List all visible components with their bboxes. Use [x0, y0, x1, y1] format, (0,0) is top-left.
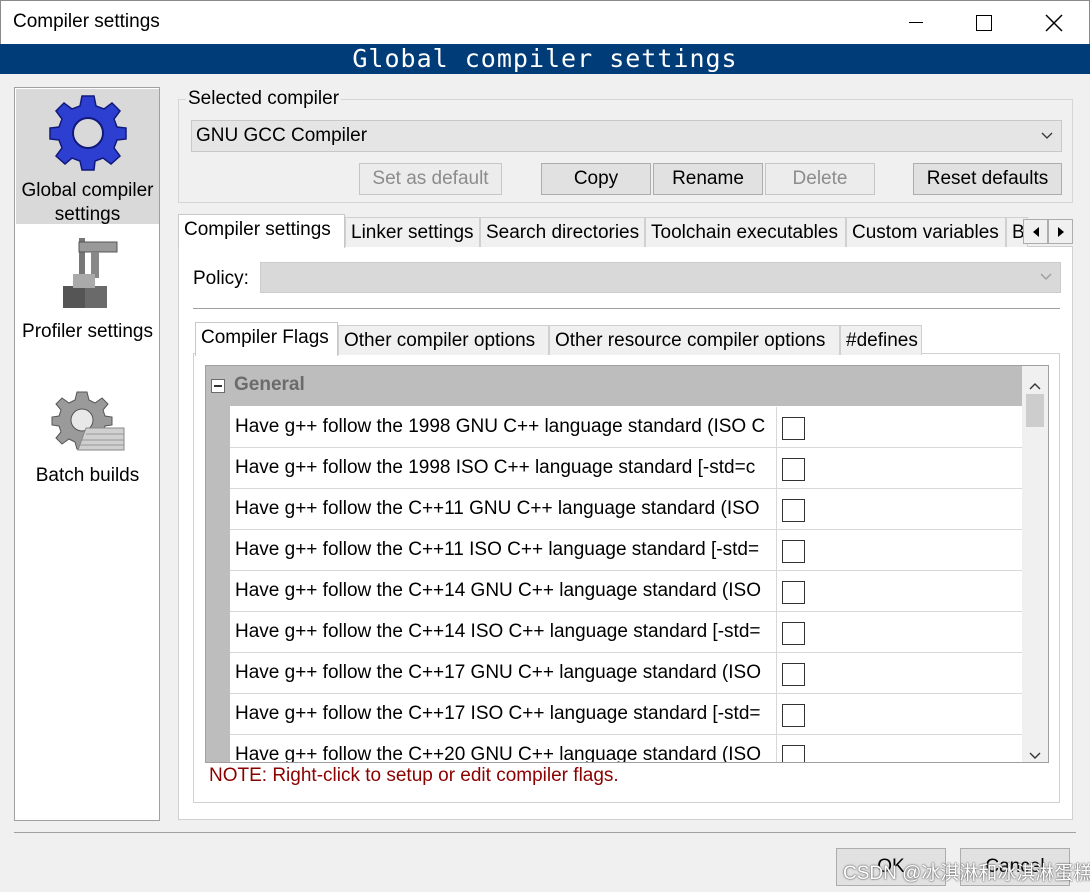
- scrollbar-thumb[interactable]: [1026, 394, 1044, 427]
- nav-item-batch-builds[interactable]: Batch builds: [16, 388, 159, 498]
- flag-checkbox[interactable]: [782, 745, 805, 762]
- triangle-right-icon: [1057, 226, 1064, 237]
- batch-builds-gear-icon: [51, 391, 124, 451]
- gear-icon: [48, 95, 127, 171]
- flag-row: Have g++ follow the C++14 ISO C++ langua…: [230, 612, 1022, 653]
- flag-checkbox[interactable]: [782, 581, 805, 604]
- tab-custom-variables[interactable]: Custom variables: [846, 217, 1006, 247]
- flag-name: Have g++ follow the 1998 GNU C++ languag…: [230, 407, 777, 447]
- flag-row: Have g++ follow the C++17 GNU C++ langua…: [230, 653, 1022, 694]
- tab-compiler-settings[interactable]: Compiler settings: [178, 214, 345, 248]
- flag-row: Have g++ follow the 1998 GNU C++ languag…: [230, 407, 1022, 448]
- minimize-icon: [909, 22, 923, 23]
- divider: [193, 308, 1060, 309]
- title-bar: Compiler settings: [0, 0, 1090, 44]
- copy-button[interactable]: Copy: [541, 163, 651, 195]
- tab-defines[interactable]: #defines: [840, 325, 922, 355]
- watermark: CSDN @冰淇淋和冰淇淋蛋糕: [843, 863, 1090, 884]
- tab-toolchain-executables[interactable]: Toolchain executables: [645, 217, 846, 247]
- tab-scroll-right-button[interactable]: [1048, 219, 1073, 244]
- flag-name: Have g++ follow the C++17 ISO C++ langua…: [230, 694, 777, 734]
- flag-row: Have g++ follow the C++11 ISO C++ langua…: [230, 530, 1022, 571]
- flag-checkbox[interactable]: [782, 663, 805, 686]
- policy-label: Policy:: [193, 268, 249, 289]
- tab-other-resource-compiler-options[interactable]: Other resource compiler options: [549, 325, 840, 355]
- grid-gutter: [206, 366, 230, 762]
- flag-name: Have g++ follow the C++14 ISO C++ langua…: [230, 612, 777, 652]
- close-icon: [1045, 14, 1063, 32]
- flag-checkbox[interactable]: [782, 540, 805, 563]
- settings-nav: Global compiler settings Profiler settin…: [14, 87, 160, 821]
- flag-row: Have g++ follow the 1998 ISO C++ languag…: [230, 448, 1022, 489]
- compiler-flags-grid: General Have g++ follow the 1998 GNU C++…: [205, 365, 1049, 763]
- set-as-default-button[interactable]: Set as default: [359, 163, 502, 195]
- nav-item-label: Global compiler settings: [21, 180, 154, 225]
- chevron-down-icon[interactable]: [1029, 744, 1041, 762]
- flag-checkbox[interactable]: [782, 417, 805, 440]
- flag-name: Have g++ follow the C++11 ISO C++ langua…: [230, 530, 777, 570]
- page-banner: Global compiler settings: [0, 44, 1090, 74]
- flag-name: Have g++ follow the C++20 GNU C++ langua…: [230, 735, 777, 762]
- category-row-general[interactable]: General: [206, 366, 1022, 406]
- main-tab-strip: Compiler settings Linker settings Search…: [178, 214, 1028, 249]
- collapse-icon[interactable]: [211, 379, 225, 393]
- window-title: Compiler settings: [13, 11, 160, 32]
- selected-compiler-label: Selected compiler: [186, 88, 342, 110]
- chevron-up-icon[interactable]: [1029, 374, 1041, 396]
- delete-button[interactable]: Delete: [765, 163, 875, 195]
- flags-note: NOTE: Right-click to setup or edit compi…: [209, 765, 619, 786]
- grid-scrollbar[interactable]: [1022, 366, 1048, 762]
- tab-compiler-flags[interactable]: Compiler Flags: [195, 322, 338, 356]
- reset-defaults-button[interactable]: Reset defaults: [913, 163, 1062, 195]
- flag-name: Have g++ follow the C++17 GNU C++ langua…: [230, 653, 777, 693]
- maximize-icon: [976, 15, 992, 31]
- close-button[interactable]: [1019, 1, 1089, 45]
- flag-row: Have g++ follow the C++11 GNU C++ langua…: [230, 489, 1022, 530]
- footer-divider: [14, 832, 1076, 833]
- compiler-select[interactable]: GNU GCC Compiler: [191, 120, 1062, 152]
- chevron-down-icon: [1041, 121, 1053, 161]
- flag-checkbox[interactable]: [782, 458, 805, 481]
- flag-name: Have g++ follow the 1998 ISO C++ languag…: [230, 448, 777, 488]
- tab-linker-settings[interactable]: Linker settings: [345, 217, 480, 247]
- flag-checkbox[interactable]: [782, 704, 805, 727]
- tab-other-compiler-options[interactable]: Other compiler options: [338, 325, 549, 355]
- rename-button[interactable]: Rename: [653, 163, 763, 195]
- tab-scroll-left-button[interactable]: [1023, 219, 1048, 244]
- flag-row: Have g++ follow the C++14 GNU C++ langua…: [230, 571, 1022, 612]
- maximize-button[interactable]: [949, 1, 1019, 45]
- minimize-button[interactable]: [881, 1, 951, 45]
- chevron-down-icon: [1040, 263, 1052, 298]
- nav-item-profiler[interactable]: Profiler settings: [16, 234, 159, 349]
- flag-row: Have g++ follow the C++20 GNU C++ langua…: [230, 735, 1022, 762]
- inner-tab-strip: Compiler Flags Other compiler options Ot…: [193, 322, 933, 357]
- flag-checkbox[interactable]: [782, 622, 805, 645]
- category-label: General: [234, 374, 305, 395]
- flag-row: Have g++ follow the C++17 ISO C++ langua…: [230, 694, 1022, 735]
- nav-item-label: Profiler settings: [22, 321, 153, 342]
- compiler-select-value: GNU GCC Compiler: [196, 125, 368, 146]
- tab-search-directories[interactable]: Search directories: [480, 217, 645, 247]
- flag-name: Have g++ follow the C++11 GNU C++ langua…: [230, 489, 777, 529]
- policy-select[interactable]: [260, 262, 1061, 293]
- profiler-caliper-icon: [62, 238, 117, 308]
- flag-name: Have g++ follow the C++14 GNU C++ langua…: [230, 571, 777, 611]
- nav-item-global-compiler[interactable]: Global compiler settings: [16, 89, 159, 225]
- nav-item-label: Batch builds: [35, 465, 140, 486]
- flag-checkbox[interactable]: [782, 499, 805, 522]
- triangle-left-icon: [1032, 226, 1039, 237]
